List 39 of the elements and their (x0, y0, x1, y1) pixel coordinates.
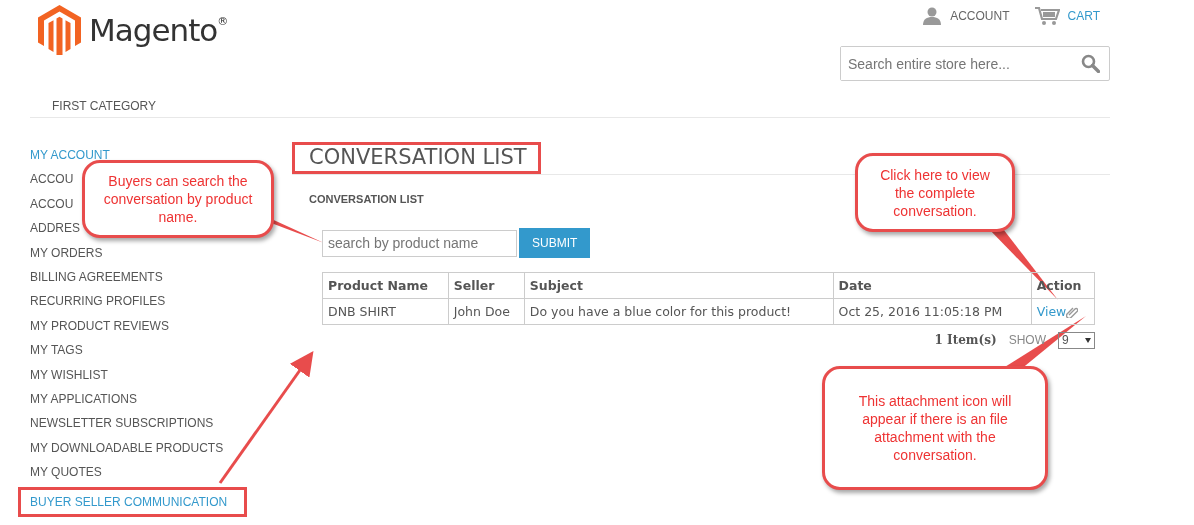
sidebar-item[interactable]: MY TAGS (30, 338, 83, 363)
logo-icon (38, 5, 81, 55)
table-cell: Oct 25, 2016 11:05:18 PM (833, 298, 1032, 325)
table-cell: Do you have a blue color for this product! (524, 298, 834, 325)
per-page-select[interactable]: 9 (1058, 331, 1095, 349)
nav-link[interactable]: FIRST CATEGORY (52, 97, 156, 115)
column-header: Subject (524, 272, 834, 299)
sidebar-item[interactable]: ACCOU (30, 167, 74, 192)
section-heading: CONVERSATION LIST (309, 192, 424, 207)
sidebar-item[interactable]: MY ORDERS (30, 240, 103, 266)
column-header: Seller (448, 272, 525, 299)
table-cell: John Doe (448, 298, 525, 325)
search-field[interactable]: Search entire store here... (840, 46, 1110, 81)
sidebar-item[interactable]: ACCOU (30, 191, 74, 217)
sidebar-item[interactable]: MY QUOTES (30, 460, 102, 485)
sidebar-item[interactable]: BILLING AGREEMENTS (30, 265, 163, 290)
page-title: CONVERSATION LIST (309, 145, 527, 169)
logo-text: Magento$^{®}$ (89, 10, 228, 50)
sidebar-item[interactable]: MY PRODUCT REVIEWS (30, 313, 169, 339)
callout: Buyers can search the conversation by product name. (82, 160, 274, 238)
person-icon (922, 7, 943, 25)
sidebar-item[interactable]: MY DOWNLOADABLE PRODUCTS (30, 435, 224, 461)
show-label: SHOW (1008, 332, 1046, 349)
search-field[interactable]: search by product name (322, 229, 517, 257)
sidebar-item[interactable]: MY APPLICATIONS (30, 387, 137, 412)
column-header: Date (833, 272, 1032, 299)
table-cell: DNB SHIRT (322, 298, 449, 325)
caret-icon (1085, 337, 1091, 343)
sidebar-item[interactable]: MY WISHLIST (30, 362, 108, 388)
callout: This attachment icon will appear if there is an file attachment with the conversation. (822, 366, 1048, 490)
search-icon[interactable] (1081, 54, 1100, 73)
sidebar-item[interactable]: RECURRING PROFILES (30, 289, 166, 314)
callout: Click here to view the complete conversation. (855, 153, 1015, 232)
sidebar-item[interactable]: ADDRES (30, 216, 80, 241)
sidebar-item[interactable]: NEWSLETTER SUBSCRIPTIONS (30, 411, 214, 436)
cart-icon (1033, 6, 1060, 26)
account-link[interactable]: ACCOUNT (950, 7, 1010, 25)
item-count: 1 Item(s) (934, 332, 997, 349)
column-header: Product Name (322, 272, 449, 299)
